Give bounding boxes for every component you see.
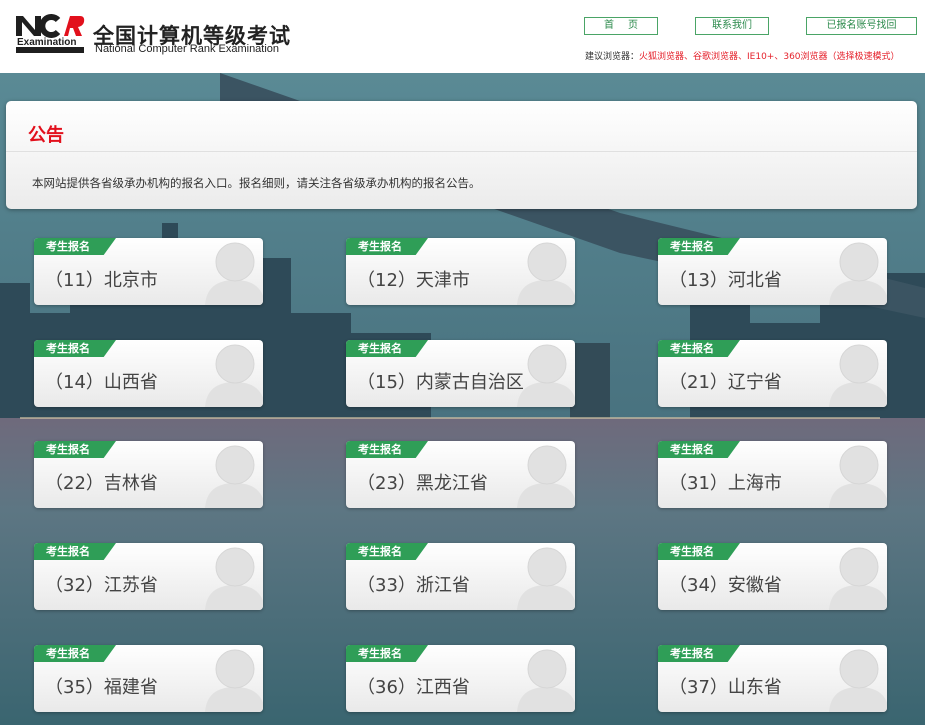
province-card-33[interactable]: 考生报名 （33）浙江省 — [346, 543, 575, 610]
province-card-13[interactable]: 考生报名 （13）河北省 — [658, 238, 887, 305]
candidate-registration-badge: 考生报名 — [658, 441, 740, 458]
candidate-registration-badge: 考生报名 — [658, 340, 740, 357]
browser-recommendation: 建议浏览器：火狐浏览器、谷歌浏览器、IE10+、360浏览器（选择极速模式） — [585, 49, 900, 62]
user-avatar-icon — [205, 238, 263, 305]
browser-tip-label: 建议浏览器： — [585, 52, 640, 62]
province-card-35[interactable]: 考生报名 （35）福建省 — [34, 645, 263, 712]
announcement-text: 本网站提供各省级承办机构的报名入口。报名细则，请关注各省级承办机构的报名公告。 — [32, 176, 481, 190]
user-avatar-icon — [517, 441, 575, 508]
province-name: （23）黑龙江省 — [357, 473, 488, 494]
user-avatar-icon — [517, 543, 575, 610]
user-avatar-icon — [205, 340, 263, 407]
candidate-registration-badge: 考生报名 — [346, 441, 428, 458]
province-name: （32）江苏省 — [45, 575, 158, 596]
announcement-title: 公告 — [28, 125, 64, 146]
announcement-panel: 公告 本网站提供各省级承办机构的报名入口。报名细则，请关注各省级承办机构的报名公… — [6, 101, 917, 209]
province-card-22[interactable]: 考生报名 （22）吉林省 — [34, 441, 263, 508]
province-name: （11）北京市 — [45, 270, 158, 291]
province-name: （34）安徽省 — [669, 575, 782, 596]
province-name: （12）天津市 — [357, 270, 470, 291]
user-avatar-icon — [517, 340, 575, 407]
candidate-registration-badge: 考生报名 — [34, 340, 116, 357]
user-avatar-icon — [829, 340, 887, 407]
account-recovery-button[interactable]: 已报名账号找回 — [806, 17, 917, 35]
user-avatar-icon — [829, 543, 887, 610]
user-avatar-icon — [205, 543, 263, 610]
svg-text:Examination: Examination — [17, 37, 76, 48]
candidate-registration-badge: 考生报名 — [346, 238, 428, 255]
province-card-12[interactable]: 考生报名 （12）天津市 — [346, 238, 575, 305]
browser-tip-value: 火狐浏览器、谷歌浏览器、IE10+、360浏览器（选择极速模式） — [639, 52, 900, 62]
province-name: （36）江西省 — [357, 677, 470, 698]
candidate-registration-badge: 考生报名 — [34, 645, 116, 662]
province-name: （31）上海市 — [669, 473, 782, 494]
user-avatar-icon — [829, 645, 887, 712]
province-name: （35）福建省 — [45, 677, 158, 698]
province-name: （33）浙江省 — [357, 575, 470, 596]
candidate-registration-badge: 考生报名 — [658, 543, 740, 560]
user-avatar-icon — [517, 238, 575, 305]
province-name: （37）山东省 — [669, 677, 782, 698]
site-header: Examination 全国计算机等级考试 National Computer … — [0, 0, 925, 73]
province-card-34[interactable]: 考生报名 （34）安徽省 — [658, 543, 887, 610]
candidate-registration-badge: 考生报名 — [658, 645, 740, 662]
province-card-31[interactable]: 考生报名 （31）上海市 — [658, 441, 887, 508]
province-name: （15）内蒙古自治区 — [357, 372, 524, 393]
province-name: （14）山西省 — [45, 372, 158, 393]
province-card-37[interactable]: 考生报名 （37）山东省 — [658, 645, 887, 712]
candidate-registration-badge: 考生报名 — [34, 441, 116, 458]
province-card-36[interactable]: 考生报名 （36）江西省 — [346, 645, 575, 712]
candidate-registration-badge: 考生报名 — [346, 340, 428, 357]
home-button[interactable]: 首页 — [584, 17, 658, 35]
site-subtitle: National Computer Rank Examination — [95, 43, 280, 55]
user-avatar-icon — [517, 645, 575, 712]
province-name: （21）辽宁省 — [669, 372, 782, 393]
user-avatar-icon — [829, 441, 887, 508]
province-card-14[interactable]: 考生报名 （14）山西省 — [34, 340, 263, 407]
user-avatar-icon — [829, 238, 887, 305]
province-card-21[interactable]: 考生报名 （21）辽宁省 — [658, 340, 887, 407]
ncre-logo[interactable]: Examination — [14, 14, 86, 54]
contact-us-button[interactable]: 联系我们 — [695, 17, 769, 35]
announcement-divider — [6, 151, 917, 152]
province-card-11[interactable]: 考生报名 （11）北京市 — [34, 238, 263, 305]
province-name: （22）吉林省 — [45, 473, 158, 494]
candidate-registration-badge: 考生报名 — [658, 238, 740, 255]
candidate-registration-badge: 考生报名 — [34, 543, 116, 560]
province-card-23[interactable]: 考生报名 （23）黑龙江省 — [346, 441, 575, 508]
candidate-registration-badge: 考生报名 — [34, 238, 116, 255]
province-name: （13）河北省 — [669, 270, 782, 291]
candidate-registration-badge: 考生报名 — [346, 543, 428, 560]
user-avatar-icon — [205, 645, 263, 712]
province-card-32[interactable]: 考生报名 （32）江苏省 — [34, 543, 263, 610]
province-card-15[interactable]: 考生报名 （15）内蒙古自治区 — [346, 340, 575, 407]
user-avatar-icon — [205, 441, 263, 508]
candidate-registration-badge: 考生报名 — [346, 645, 428, 662]
